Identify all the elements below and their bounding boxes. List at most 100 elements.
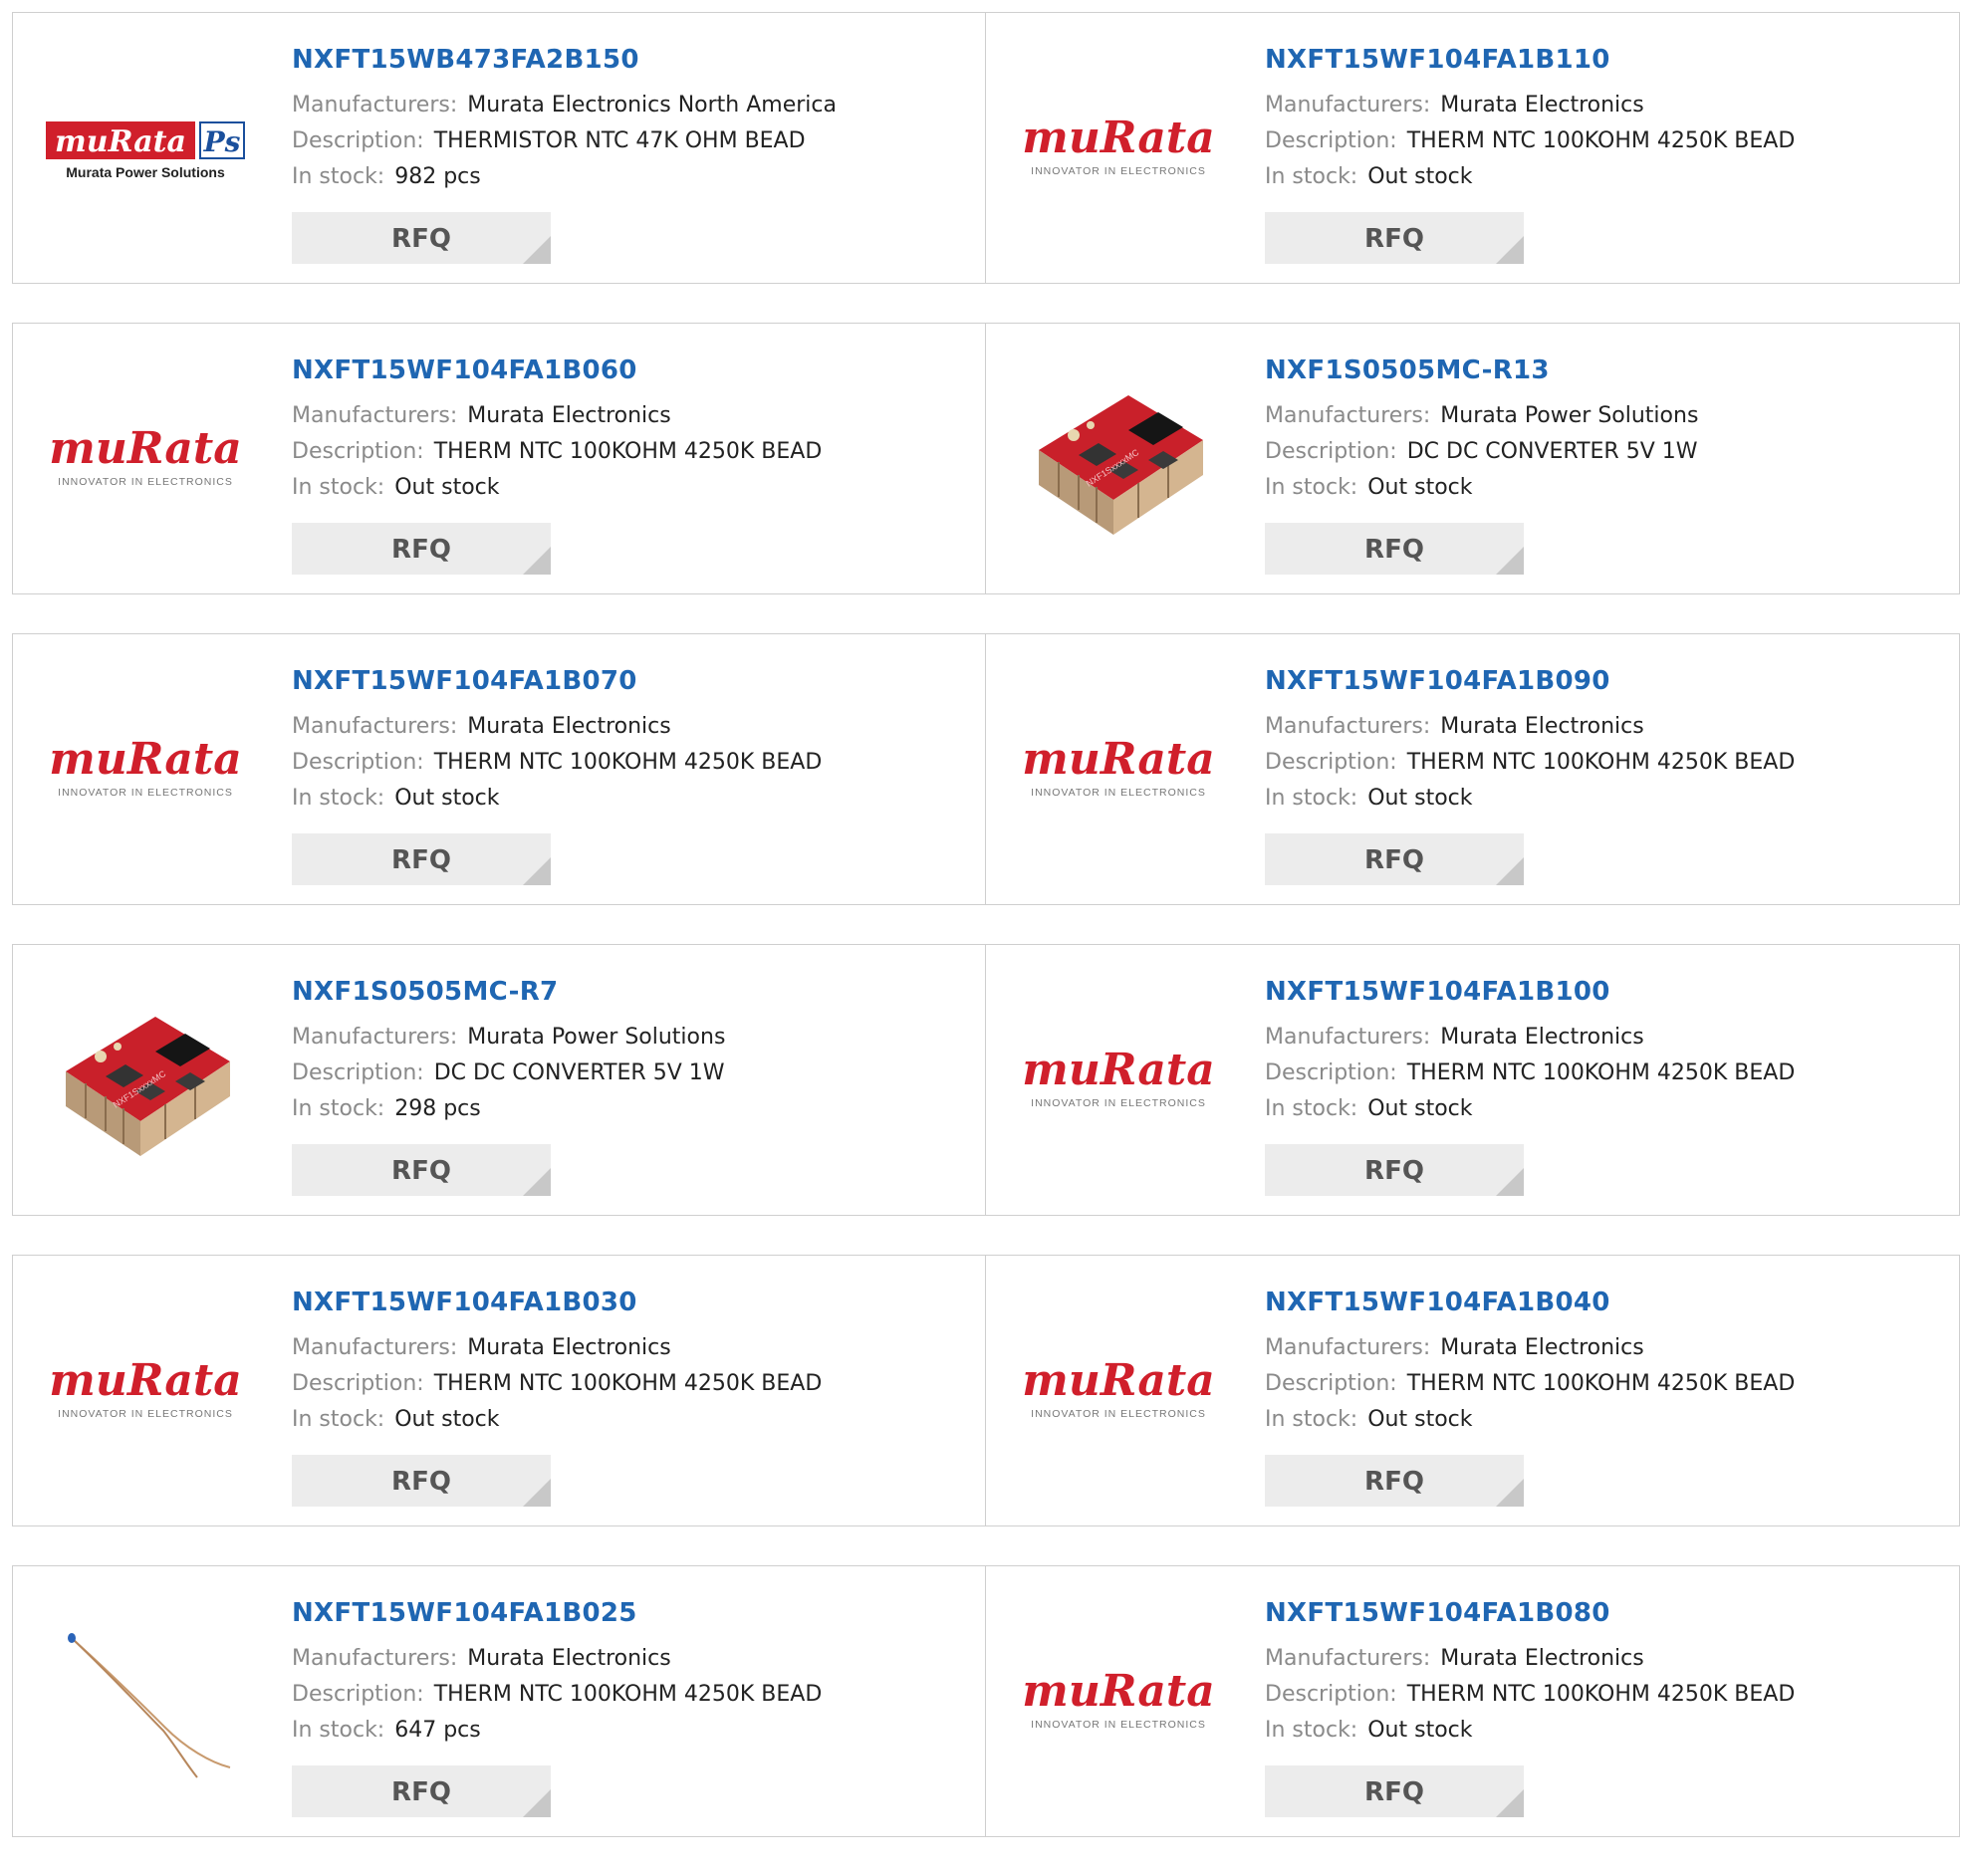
rfq-button[interactable]: RFQ	[292, 212, 551, 264]
manufacturer-label: Manufacturers:	[1265, 93, 1431, 117]
manufacturer-line: Manufacturers: Murata Electronics North A…	[292, 88, 965, 123]
rfq-button[interactable]: RFQ	[292, 523, 551, 575]
product-image[interactable]: muRata INNOVATOR IN ELECTRONICS	[41, 686, 250, 855]
stock-value: Out stock	[1367, 164, 1473, 189]
rfq-button[interactable]: RFQ	[1265, 1144, 1524, 1196]
product-info: NXFT15WF104FA1B110 Manufacturers: Murata E…	[1265, 43, 1939, 195]
rfq-button[interactable]: RFQ	[292, 1455, 551, 1507]
murata-logo-graphic: muRata INNOVATOR IN ELECTRONICS	[49, 736, 241, 799]
stock-label: In stock:	[292, 475, 385, 500]
part-number-link[interactable]: NXFT15WF104FA1B080	[1265, 1596, 1939, 1630]
description-label: Description:	[1265, 1060, 1397, 1085]
rfq-button[interactable]: RFQ	[1265, 523, 1524, 575]
product-info: NXF1S0505MC-R13 Manufacturers: Murata Powe…	[1265, 353, 1939, 506]
product-image[interactable]: muRata INNOVATOR IN ELECTRONICS	[1014, 686, 1223, 855]
murata-logo-graphic: muRata INNOVATOR IN ELECTRONICS	[1022, 1357, 1214, 1420]
stock-value: Out stock	[1367, 1718, 1473, 1743]
product-row: muRata INNOVATOR IN ELECTRONICS NXFT15WF10…	[12, 1255, 1960, 1528]
product-image[interactable]: NXF1SxxxxMC	[1014, 375, 1223, 545]
rfq-button[interactable]: RFQ	[1265, 1765, 1524, 1817]
manufacturer-line: Manufacturers: Murata Electronics	[292, 398, 965, 434]
stock-label: In stock:	[1265, 1407, 1358, 1432]
part-number-link[interactable]: NXFT15WF104FA1B070	[292, 664, 965, 698]
rfq-button[interactable]: RFQ	[1265, 212, 1524, 264]
manufacturer-value: Murata Electronics	[467, 403, 671, 428]
description-line: Description: THERM NTC 100KOHM 4250K BEAD	[292, 434, 965, 470]
product-image[interactable]: muRata INNOVATOR IN ELECTRONICS	[1014, 1618, 1223, 1787]
svg-text:INNOVATOR IN ELECTRONICS: INNOVATOR IN ELECTRONICS	[1031, 1097, 1206, 1109]
stock-value: Out stock	[1367, 1407, 1473, 1432]
part-number-link[interactable]: NXF1S0505MC-R7	[292, 975, 965, 1009]
part-number-link[interactable]: NXFT15WB473FA2B150	[292, 43, 965, 77]
product-image[interactable]: muRata INNOVATOR IN ELECTRONICS	[1014, 65, 1223, 234]
murata-power-solutions-logo-graphic: muRata Ps Murata Power Solutions	[45, 121, 245, 180]
description-line: Description: THERM NTC 100KOHM 4250K BEAD	[1265, 1677, 1939, 1713]
stock-value: Out stock	[1367, 786, 1473, 811]
manufacturer-value: Murata Power Solutions	[1440, 403, 1699, 428]
svg-text:muRata: muRata	[1022, 1357, 1214, 1406]
corner-fold-icon	[523, 547, 551, 575]
rfq-button[interactable]: RFQ	[1265, 1455, 1524, 1507]
rfq-button[interactable]: RFQ	[292, 1144, 551, 1196]
corner-fold-icon	[523, 1479, 551, 1507]
stock-line: In stock: 647 pcs	[292, 1713, 965, 1749]
part-number-link[interactable]: NXFT15WF104FA1B040	[1265, 1286, 1939, 1319]
product-card: NXF1SxxxxMC NXF1S0505MC-R7 Manufacturers: M…	[12, 944, 986, 1216]
stock-line: In stock: Out stock	[1265, 1402, 1939, 1438]
description-label: Description:	[1265, 439, 1397, 464]
stock-label: In stock:	[292, 1718, 385, 1743]
product-row: muRata INNOVATOR IN ELECTRONICS NXFT15WF10…	[12, 323, 1960, 596]
product-row: muRata Ps Murata Power Solutions NXFT15WB47…	[12, 12, 1960, 286]
rfq-button[interactable]: RFQ	[1265, 833, 1524, 885]
product-row: NXFT15WF104FA1B025 Manufacturers: Murata E…	[12, 1565, 1960, 1839]
stock-line: In stock: Out stock	[1265, 159, 1939, 195]
manufacturer-label: Manufacturers:	[292, 1646, 458, 1671]
description-value: THERM NTC 100KOHM 4250K BEAD	[433, 1682, 823, 1707]
product-info: NXFT15WF104FA1B025 Manufacturers: Murata E…	[292, 1596, 965, 1749]
part-number-link[interactable]: NXFT15WF104FA1B090	[1265, 664, 1939, 698]
part-number-link[interactable]: NXFT15WF104FA1B100	[1265, 975, 1939, 1009]
product-info: NXFT15WF104FA1B080 Manufacturers: Murata E…	[1265, 1596, 1939, 1749]
rfq-button[interactable]: RFQ	[292, 833, 551, 885]
stock-value: 982 pcs	[394, 164, 481, 189]
part-number-link[interactable]: NXFT15WF104FA1B060	[292, 353, 965, 387]
product-image[interactable]: muRata Ps Murata Power Solutions	[41, 65, 250, 234]
rfq-button[interactable]: RFQ	[292, 1765, 551, 1817]
product-image[interactable]: muRata INNOVATOR IN ELECTRONICS	[41, 375, 250, 545]
manufacturer-label: Manufacturers:	[1265, 714, 1431, 739]
description-line: Description: THERMISTOR NTC 47K OHM BEAD	[292, 123, 965, 159]
manufacturer-line: Manufacturers: Murata Power Solutions	[1265, 398, 1939, 434]
description-value: THERM NTC 100KOHM 4250K BEAD	[1406, 750, 1796, 775]
product-image[interactable]: muRata INNOVATOR IN ELECTRONICS	[1014, 997, 1223, 1166]
manufacturer-value: Murata Electronics	[1440, 714, 1644, 739]
manufacturer-line: Manufacturers: Murata Electronics	[1265, 709, 1939, 745]
product-card: muRata INNOVATOR IN ELECTRONICS NXFT15WF10…	[12, 633, 986, 905]
manufacturer-value: Murata Electronics	[1440, 1646, 1644, 1671]
product-info: NXF1S0505MC-R7 Manufacturers: Murata Power…	[292, 975, 965, 1127]
product-image[interactable]: muRata INNOVATOR IN ELECTRONICS	[1014, 1307, 1223, 1477]
svg-text:Ps: Ps	[202, 125, 240, 158]
manufacturer-value: Murata Electronics	[467, 714, 671, 739]
description-value: THERM NTC 100KOHM 4250K BEAD	[1406, 1682, 1796, 1707]
product-card: muRata INNOVATOR IN ELECTRONICS NXFT15WF10…	[12, 1255, 986, 1526]
product-info: NXFT15WF104FA1B040 Manufacturers: Murata E…	[1265, 1286, 1939, 1438]
stock-label: In stock:	[292, 1096, 385, 1121]
stock-value: 647 pcs	[394, 1718, 481, 1743]
description-value: THERMISTOR NTC 47K OHM BEAD	[433, 128, 806, 153]
stock-label: In stock:	[292, 164, 385, 189]
description-value: THERM NTC 100KOHM 4250K BEAD	[433, 750, 823, 775]
rfq-label: RFQ	[1364, 1777, 1424, 1807]
part-number-link[interactable]: NXFT15WF104FA1B030	[292, 1286, 965, 1319]
part-number-link[interactable]: NXFT15WF104FA1B110	[1265, 43, 1939, 77]
part-number-link[interactable]: NXFT15WF104FA1B025	[292, 1596, 965, 1630]
stock-line: In stock: 298 pcs	[292, 1091, 965, 1127]
corner-fold-icon	[523, 236, 551, 264]
product-image[interactable]: muRata INNOVATOR IN ELECTRONICS	[41, 1307, 250, 1477]
part-number-link[interactable]: NXF1S0505MC-R13	[1265, 353, 1939, 387]
product-image[interactable]: NXF1SxxxxMC	[41, 997, 250, 1166]
product-image[interactable]	[41, 1618, 250, 1787]
corner-fold-icon	[1496, 1479, 1524, 1507]
thermistor-wire-graphic	[68, 1633, 231, 1778]
product-card: muRata INNOVATOR IN ELECTRONICS NXFT15WF10…	[986, 1255, 1960, 1526]
stock-value: Out stock	[394, 1407, 500, 1432]
